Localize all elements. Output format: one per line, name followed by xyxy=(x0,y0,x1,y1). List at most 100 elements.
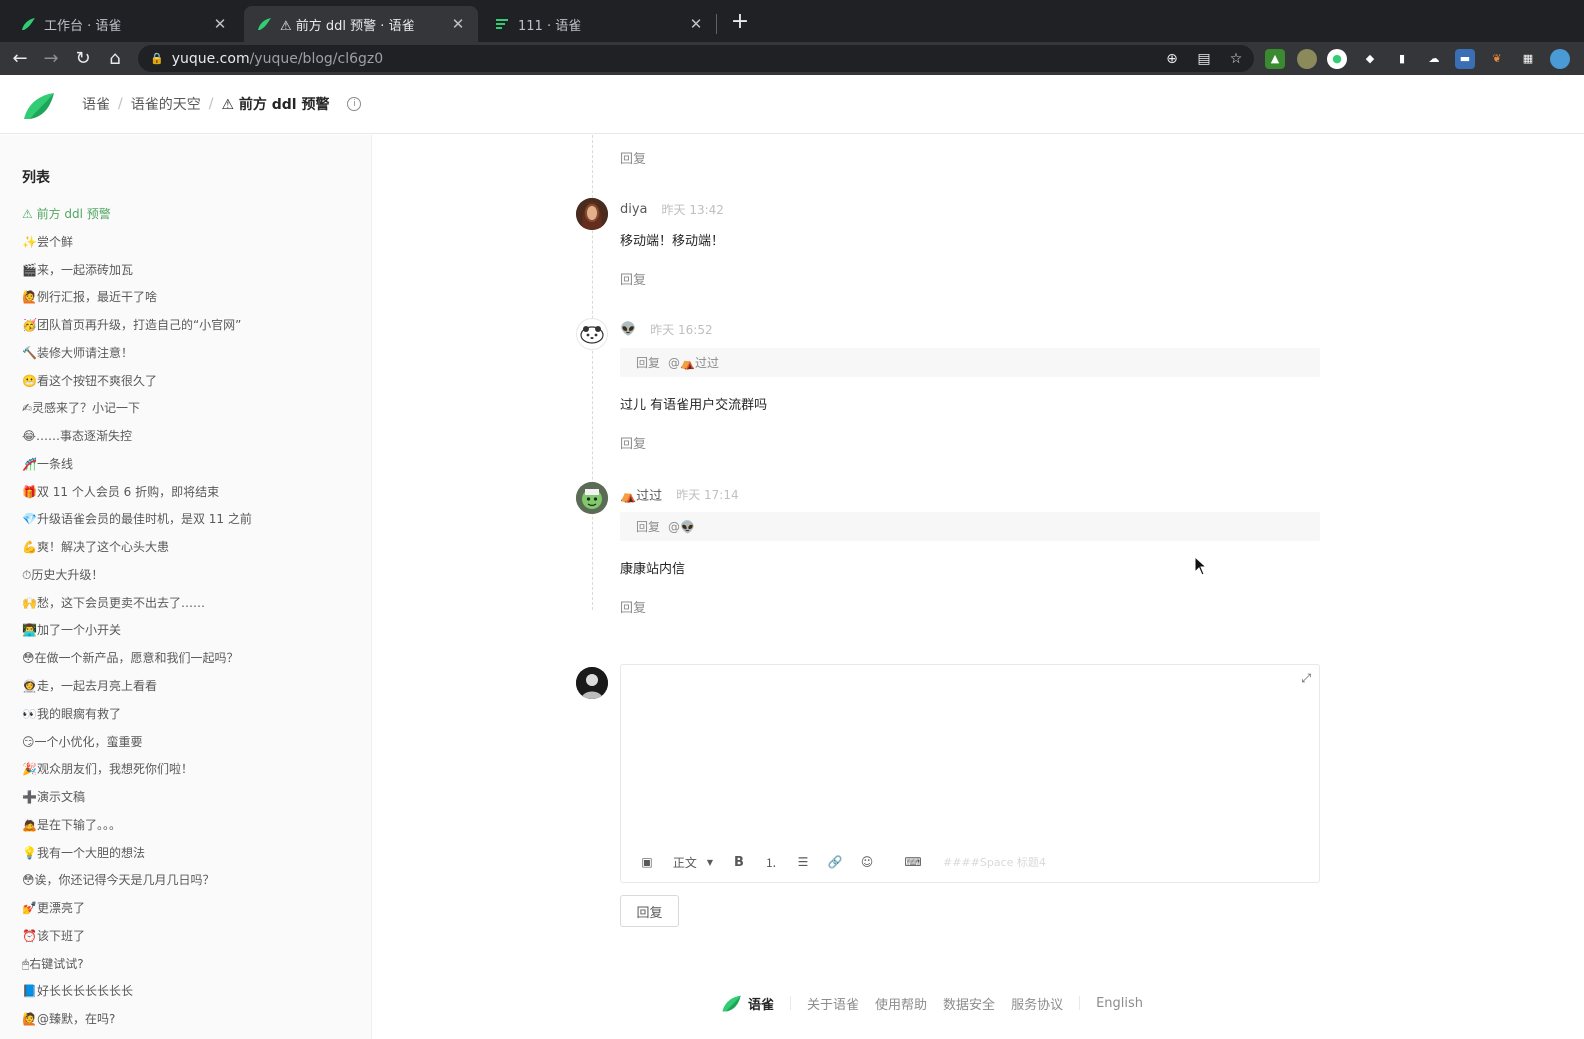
reply-link[interactable]: 回复 xyxy=(620,148,646,167)
browser-tab-ddl[interactable]: ⚠ 前方 ddl 预警 · 语雀 ✕ xyxy=(244,6,478,42)
comment-time: 昨天 17:14 xyxy=(676,488,739,502)
reply-link[interactable]: 回复 xyxy=(620,597,646,616)
extension-grid-icon[interactable]: ▦ xyxy=(1518,49,1538,69)
sidebar-item[interactable]: ⏰该下班了 xyxy=(22,928,362,956)
avatar[interactable] xyxy=(576,318,608,350)
footer-link-help[interactable]: 使用帮助 xyxy=(875,994,927,1013)
sidebar-item[interactable]: ✍灵感来了？小记一下 xyxy=(22,400,362,428)
reload-icon[interactable]: ↻ xyxy=(70,46,96,72)
link-icon[interactable]: 🔗 xyxy=(819,850,851,874)
comment-author[interactable]: 👽 xyxy=(620,322,636,337)
comment-editor[interactable]: ⤢ ▣ 正文 ▼ B ⒈ ☰ 🔗 ☺ ⌨ ####Space 标题4 xyxy=(620,664,1320,883)
sidebar-item[interactable]: 🎬来，一起添砖加瓦 xyxy=(22,262,362,290)
sidebar-item[interactable]: ⏱历史大升级！ xyxy=(22,567,362,595)
close-icon[interactable]: ✕ xyxy=(450,15,466,33)
yuque-logo-icon[interactable] xyxy=(20,87,56,123)
comment-author[interactable]: ⛺过过 xyxy=(620,485,662,504)
quote-mention[interactable]: @👽 xyxy=(668,520,695,534)
sidebar-item[interactable]: 💡我有一个大胆的想法 xyxy=(22,845,362,873)
sidebar-title: 列表 xyxy=(22,170,50,186)
breadcrumb-yuque[interactable]: 语雀 xyxy=(82,94,110,114)
sidebar-item[interactable]: 🎉观众朋友们，我想死你们啦！ xyxy=(22,761,362,789)
sidebar-item[interactable]: 🎁双 11 个人会员 6 折购，即将结束 xyxy=(22,484,362,512)
extension-android-icon[interactable]: ▲ xyxy=(1265,49,1285,69)
quote-mention[interactable]: @⛺过过 xyxy=(668,354,719,371)
footer-brand[interactable]: 语雀 xyxy=(720,992,774,1014)
breadcrumb-space[interactable]: 语雀的天空 xyxy=(131,94,201,114)
card-insert-icon[interactable]: ▣ xyxy=(631,850,663,874)
sidebar-item[interactable]: ⚠ 前方 ddl 预警 xyxy=(22,206,362,234)
footer-brand-name: 语雀 xyxy=(748,997,775,1013)
browser-tab-workbench[interactable]: 工作台 · 语雀 ✕ xyxy=(8,6,240,42)
close-icon[interactable]: ✕ xyxy=(688,15,704,33)
forward-arrow-icon[interactable]: → xyxy=(38,46,64,72)
unordered-list-icon[interactable]: ☰ xyxy=(787,850,819,874)
sidebar-item[interactable]: 📘好长长长长长长长 xyxy=(22,983,362,1011)
expand-icon[interactable]: ⤢ xyxy=(1301,671,1311,686)
sidebar-item[interactable]: ✨尝个鲜 xyxy=(22,234,362,262)
sidebar-item[interactable]: 🥳团队首页再升级，打造自己的“小官网” xyxy=(22,317,362,345)
extension-circle-icon[interactable] xyxy=(1297,49,1317,69)
bold-icon[interactable]: B xyxy=(723,850,755,874)
comment-header: diya 昨天 13:42 xyxy=(620,201,724,218)
sidebar-item[interactable]: 💎升级语雀会员的最佳时机，是双 11 之前 xyxy=(22,511,362,539)
reader-mode-icon[interactable]: ▤ xyxy=(1194,49,1214,69)
text-style-select[interactable]: 正文 ▼ xyxy=(663,850,723,874)
sidebar-item[interactable]: 🔨装修大师请注意！ xyxy=(22,345,362,373)
sidebar-item[interactable]: 👨‍💻加了一个小开关 xyxy=(22,622,362,650)
sidebar-item[interactable]: 😂……事态逐渐失控 xyxy=(22,428,362,456)
emoji-icon[interactable]: ☺ xyxy=(851,850,883,874)
sidebar-item[interactable]: 👀我的眼瘸有救了 xyxy=(22,706,362,734)
sidebar-item[interactable]: 🎢一条线 xyxy=(22,456,362,484)
yuque-bird-icon xyxy=(20,16,36,32)
extension-cloud-icon[interactable]: ☁ xyxy=(1424,49,1444,69)
reply-link[interactable]: 回复 xyxy=(620,269,646,288)
submit-reply-button[interactable]: 回复 xyxy=(620,895,679,927)
sidebar-item[interactable]: 🙇是在下输了。。。 xyxy=(22,817,362,845)
extension-globe-icon[interactable] xyxy=(1550,49,1570,69)
sidebar-item[interactable]: 😳诶，你还记得今天是几月几日吗？ xyxy=(22,872,362,900)
yuque-logo-icon xyxy=(722,995,741,1012)
info-icon[interactable]: i xyxy=(347,97,362,111)
shortcut-hint: ####Space 标题4 xyxy=(943,856,1046,869)
back-arrow-icon[interactable]: ← xyxy=(7,46,33,72)
sidebar-item[interactable]: 🖱右键试试? xyxy=(22,956,362,984)
extension-diamond-icon[interactable]: ◆ xyxy=(1360,49,1380,69)
avatar[interactable] xyxy=(576,482,608,514)
sidebar-item[interactable]: 🙋例行汇报，最近干了啥 xyxy=(22,289,362,317)
extension-yuque-icon[interactable]: ● xyxy=(1327,49,1347,69)
new-tab-plus-icon[interactable]: + xyxy=(726,8,754,36)
keyboard-icon[interactable]: ⌨ xyxy=(883,850,943,874)
address-bar[interactable]: 🔒 yuque.com/yuque/blog/cl6gz0 ⊕ ▤ ☆ xyxy=(138,45,1254,72)
sidebar-item[interactable]: 🙋@臻默，在吗? xyxy=(22,1011,362,1039)
reply-link[interactable]: 回复 xyxy=(620,433,646,452)
sidebar-item[interactable]: 😬看这个按钮不爽很久了 xyxy=(22,373,362,401)
browser-tab-111[interactable]: 111 · 语雀 ✕ xyxy=(482,6,716,42)
sidebar-item[interactable]: 😳在做一个新产品，愿意和我们一起吗？ xyxy=(22,650,362,678)
ordered-list-icon[interactable]: ⒈ xyxy=(755,850,787,874)
breadcrumb-current-doc: ⚠ 前方 ddl 预警 xyxy=(221,97,330,113)
sidebar-item[interactable]: 💅更漂亮了 xyxy=(22,900,362,928)
install-plus-icon[interactable]: ⊕ xyxy=(1162,49,1182,69)
sidebar-item[interactable]: 🙌愁，这下会员更卖不出去了…… xyxy=(22,595,362,623)
comment-author[interactable]: diya xyxy=(620,202,648,217)
home-icon[interactable]: ⌂ xyxy=(102,46,128,72)
sidebar-item[interactable]: 💪爽！解决了这个心头大患 xyxy=(22,539,362,567)
footer-language-switch[interactable]: English xyxy=(1096,996,1143,1011)
breadcrumb-separator: / xyxy=(208,96,214,112)
page-footer: 语雀 关于语雀 使用帮助 数据安全 服务协议 English xyxy=(720,992,1159,1014)
close-icon[interactable]: ✕ xyxy=(212,15,228,33)
extension-window-icon[interactable]: ▬ xyxy=(1455,49,1475,69)
comment-body: 康康站内信 xyxy=(620,562,686,577)
footer-link-about[interactable]: 关于语雀 xyxy=(807,994,859,1013)
footer-link-security[interactable]: 数据安全 xyxy=(943,994,995,1013)
footer-link-terms[interactable]: 服务协议 xyxy=(1011,994,1063,1013)
avatar[interactable] xyxy=(576,198,608,230)
sidebar-item[interactable]: 👩‍🚀走，一起去月亮上看看 xyxy=(22,678,362,706)
mouse-cursor-icon xyxy=(1194,556,1208,576)
sidebar-item[interactable]: ➕演示文稿 xyxy=(22,789,362,817)
extension-flag-icon[interactable]: ▮ xyxy=(1392,49,1412,69)
bookmark-star-icon[interactable]: ☆ xyxy=(1226,49,1246,69)
sidebar-item[interactable]: 😏一个小优化，蛮重要 xyxy=(22,734,362,762)
extension-leaf-icon[interactable]: ❦ xyxy=(1487,49,1507,69)
